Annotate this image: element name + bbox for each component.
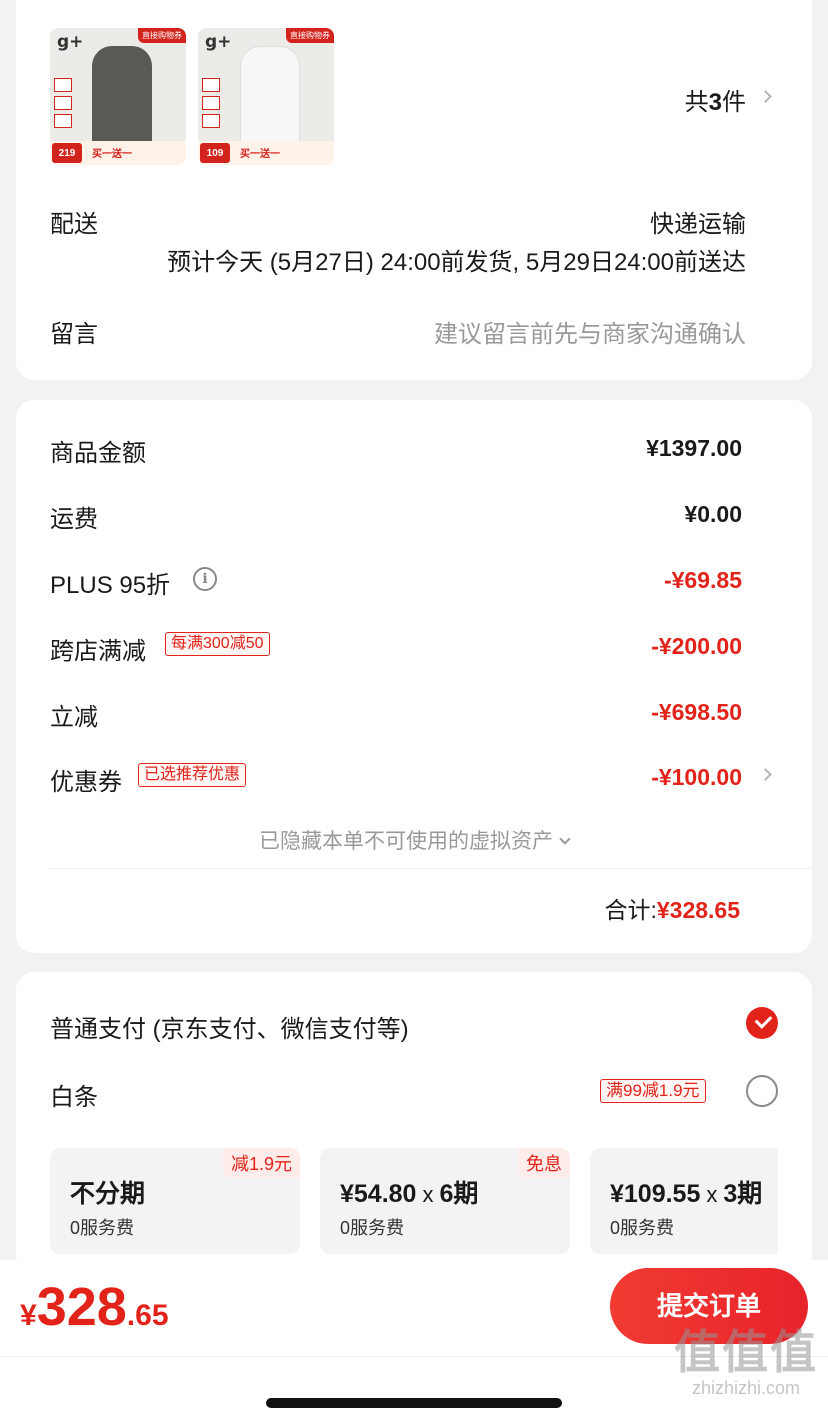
hidden-assets-toggle[interactable]: 已隐藏本单不可使用的虚拟资产 <box>16 825 812 855</box>
promo-corner-tag: 直接购物券 <box>286 28 334 43</box>
coupon-tag[interactable]: 已选推荐优惠 <box>138 763 247 787</box>
brand-logo: g+ <box>205 32 232 52</box>
brand-logo: g+ <box>57 32 84 52</box>
installment-plan-6[interactable]: 免息 ¥54.80 x 6期 0服务费 <box>320 1148 570 1254</box>
plan-badge: 免息 <box>518 1148 570 1178</box>
goods-amount-value: ¥1397.00 <box>646 435 742 461</box>
message-input[interactable]: 建议留言前先与商家沟通确认 <box>434 314 746 349</box>
subtotal: 合计:¥328.65 <box>604 897 740 923</box>
checkout-bar: ¥328.65 提交订单 值值值 zhizhizhi.com <box>0 1260 828 1422</box>
instant-discount-label: 立减 <box>50 704 98 731</box>
chevron-right-icon[interactable] <box>759 90 772 103</box>
chevron-right-icon[interactable] <box>759 768 772 781</box>
promo-text: 买一送一 <box>240 149 280 160</box>
plan-title: ¥54.80 x 6期 <box>340 1180 479 1208</box>
divider <box>50 868 812 869</box>
plan-service-fee: 0服务费 <box>610 1218 675 1238</box>
side-tags <box>54 78 72 132</box>
price-tag: 109 <box>200 143 230 163</box>
promo-corner-tag: 直接购物券 <box>138 28 186 43</box>
plan-title: ¥109.55 x 3期 <box>610 1180 763 1208</box>
home-indicator[interactable] <box>266 1398 562 1408</box>
delivery-estimate: 预计今天 (5月27日) 24:00前发货, 5月29日24:00前送达 <box>167 249 746 276</box>
payment-method-card: 普通支付 (京东支付、微信支付等) 白条 满99减1.9元 减1.9元 不分期 … <box>16 972 812 1272</box>
plus-discount-value: -¥69.85 <box>663 567 742 593</box>
goods-amount-label: 商品金额 <box>50 440 146 467</box>
product-thumbnail-2[interactable]: g+ 直接购物券 109 买一送一 <box>198 28 334 165</box>
plan-title: 不分期 <box>70 1180 146 1208</box>
watermark-logo: 值值值 zhizhizhi.com <box>674 1325 818 1398</box>
price-tag: 219 <box>52 143 82 163</box>
promo-text: 买一送一 <box>92 149 132 160</box>
cross-store-tag: 每满300减50 <box>165 632 270 656</box>
price-summary-card: 商品金额 ¥1397.00 运费 ¥0.00 PLUS 95折 i -¥69.8… <box>16 400 812 953</box>
instant-discount-value: -¥698.50 <box>651 699 742 725</box>
cross-store-discount-label: 跨店满减 <box>50 638 146 665</box>
order-items-card: g+ 直接购物券 219 买一送一 g+ 直接购物券 109 买一送一 共3件 … <box>16 0 812 380</box>
coupon-label: 优惠券 <box>50 769 122 796</box>
plan-badge: 减1.9元 <box>222 1148 300 1178</box>
plan-service-fee: 0服务费 <box>340 1218 405 1238</box>
shipping-fee-value: ¥0.00 <box>684 501 742 527</box>
delivery-method[interactable]: 快递运输 <box>650 204 746 239</box>
order-total: ¥328.65 <box>20 1277 169 1337</box>
info-icon[interactable]: i <box>193 567 217 591</box>
shipping-fee-label: 运费 <box>50 506 98 533</box>
message-label: 留言 <box>50 321 98 348</box>
plus-discount-label: PLUS 95折 <box>50 572 171 599</box>
product-model-image <box>240 46 300 146</box>
installment-plan-none[interactable]: 减1.9元 不分期 0服务费 <box>50 1148 300 1254</box>
coupon-value[interactable]: -¥100.00 <box>651 764 742 791</box>
cross-store-discount-value: -¥200.00 <box>651 633 742 659</box>
installment-plan-3[interactable]: ¥109.55 x 3期 0服务费 <box>590 1148 778 1254</box>
side-tags <box>202 78 220 132</box>
plan-service-fee: 0服务费 <box>70 1218 135 1238</box>
product-model-image <box>92 46 152 146</box>
product-thumbnail-1[interactable]: g+ 直接购物券 219 买一送一 <box>50 28 186 165</box>
chevron-down-icon <box>559 833 571 845</box>
installment-plans-scroller[interactable]: 减1.9元 不分期 0服务费 免息 ¥54.80 x 6期 0服务费 ¥109.55… <box>50 972 778 1272</box>
item-count[interactable]: 共3件 <box>685 82 746 117</box>
delivery-label: 配送 <box>50 211 98 238</box>
